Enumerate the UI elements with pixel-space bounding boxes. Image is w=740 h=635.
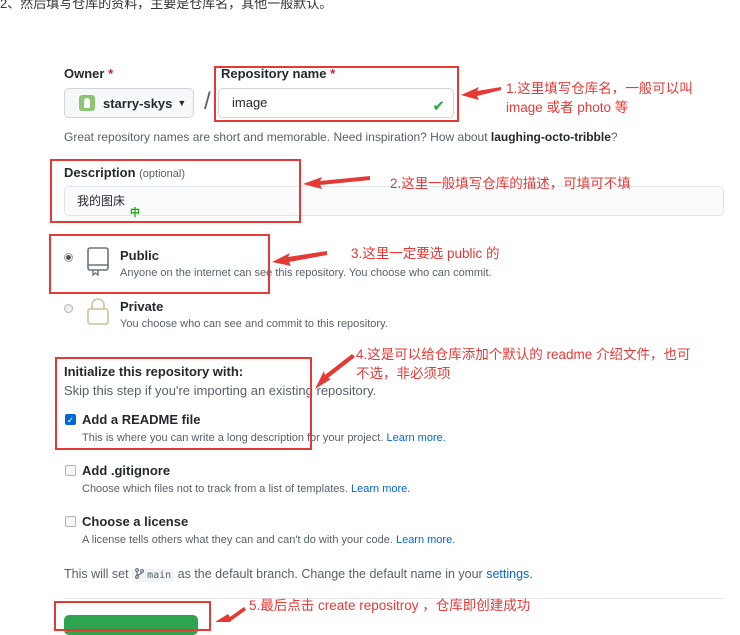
annotation-4-line1: 4.这是可以给仓库添加个默认的 readme 介绍文件，也可	[356, 347, 691, 362]
annotation-4-line2: 不选，非必须项	[356, 366, 451, 381]
annotation-3: 3.这里一定要选 public 的	[351, 246, 500, 261]
annotation-1-line1: 1.这里填写仓库名，一般可以叫	[506, 81, 693, 96]
arrow-1	[461, 87, 501, 100]
annotation-2: 2.这里一般填写仓库的描述，可填可不填	[390, 176, 631, 191]
arrow-2	[303, 176, 370, 189]
annotation-1-line2: image 或者 photo 等	[506, 100, 629, 115]
annotation-5: 5.最后点击 create repositroy ，仓库即创建成功	[249, 598, 531, 613]
arrow-3	[272, 251, 327, 266]
arrow-4	[315, 354, 355, 389]
arrow-5	[215, 607, 246, 622]
